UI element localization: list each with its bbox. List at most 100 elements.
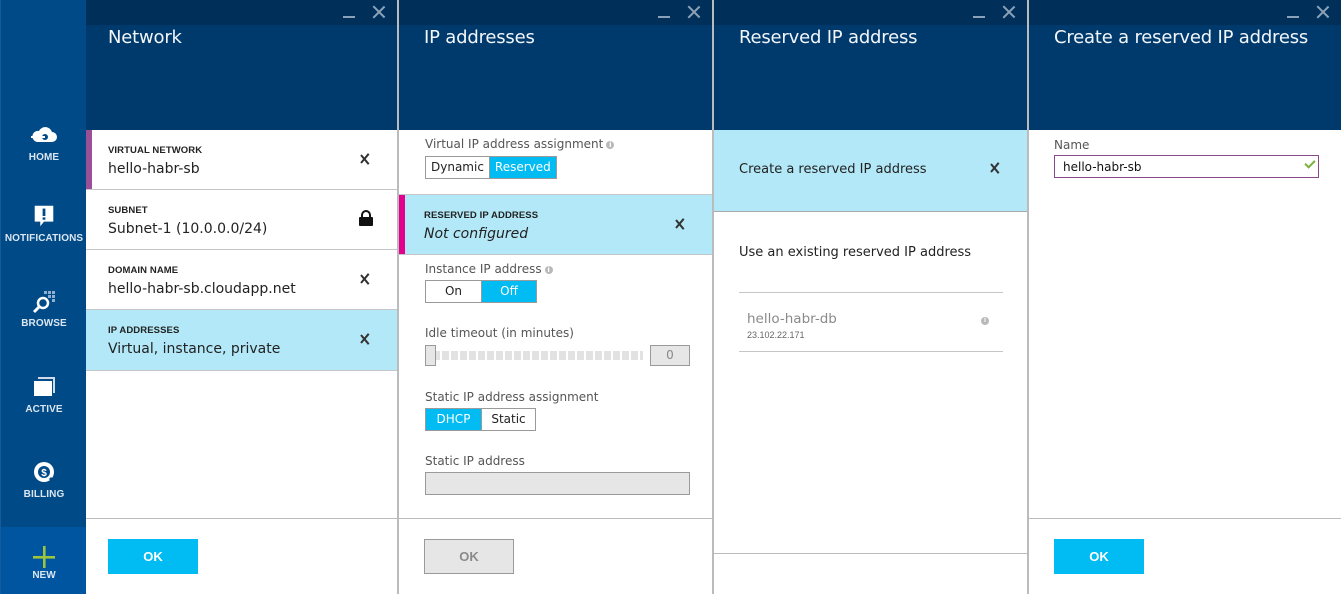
minimize-icon[interactable] bbox=[656, 4, 672, 20]
static-ip-label: Static IP address bbox=[425, 454, 525, 468]
toggle-option-static[interactable]: Static bbox=[481, 409, 535, 430]
instance-ip-label: Instance IP address i bbox=[425, 262, 553, 276]
chevron-right-icon bbox=[991, 158, 1001, 178]
ip-addresses-item[interactable]: IP ADDRESSES Virtual, instance, private bbox=[86, 310, 397, 371]
minimize-icon[interactable] bbox=[341, 4, 357, 20]
new-label: NEW bbox=[32, 570, 56, 581]
sidebar-item-notifications[interactable]: NOTIFICATIONS bbox=[1, 203, 87, 244]
toggle-option-dhcp[interactable]: DHCP bbox=[426, 409, 481, 430]
pane-title: Create a reserved IP address bbox=[1054, 27, 1309, 48]
instance-ip-toggle[interactable]: On Off bbox=[425, 280, 537, 303]
ok-button[interactable]: OK bbox=[108, 539, 198, 574]
idle-timeout-slider[interactable] bbox=[425, 345, 643, 366]
minimize-icon[interactable] bbox=[971, 4, 987, 20]
close-icon[interactable] bbox=[686, 4, 702, 20]
chevron-right-icon bbox=[361, 269, 371, 289]
static-assign-toggle[interactable]: DHCP Static bbox=[425, 408, 536, 431]
static-ip-input bbox=[425, 472, 690, 495]
toggle-option-on[interactable]: On bbox=[426, 281, 481, 302]
idle-timeout-label: Idle timeout (in minutes) bbox=[425, 326, 574, 340]
item-value: Virtual, instance, private bbox=[108, 341, 281, 357]
item-accent-bar bbox=[399, 195, 405, 254]
toggle-option-off[interactable]: Off bbox=[481, 281, 536, 302]
item-caption: VIRTUAL NETWORK bbox=[108, 145, 203, 156]
reserved-ip-list-item[interactable]: hello-habr-db 23.102.22.171 i bbox=[739, 292, 1003, 352]
close-icon[interactable] bbox=[1001, 4, 1017, 20]
pane-header: Create a reserved IP address bbox=[1029, 0, 1341, 130]
notification-bubble-icon bbox=[34, 205, 54, 227]
pane-header: IP addresses bbox=[399, 0, 712, 130]
toggle-option-reserved[interactable]: Reserved bbox=[488, 157, 556, 178]
create-reserved-ip-label: Create a reserved IP address bbox=[739, 162, 927, 177]
item-caption: IP ADDRESSES bbox=[108, 325, 180, 336]
sidebar-item-label: HOME bbox=[28, 152, 60, 163]
active-windows-icon bbox=[34, 377, 55, 396]
close-icon[interactable] bbox=[371, 4, 387, 20]
item-value: hello-habr-sb.cloudapp.net bbox=[108, 281, 296, 297]
static-assign-label: Static IP address assignment bbox=[425, 390, 599, 404]
chevron-right-icon bbox=[676, 214, 686, 234]
chevron-right-icon bbox=[361, 329, 371, 349]
sidebar-item-label: BROWSE bbox=[21, 318, 67, 329]
sidebar-item-active[interactable]: ACTIVE bbox=[1, 374, 87, 415]
minimize-icon[interactable] bbox=[1285, 4, 1301, 20]
idle-timeout-value: 0 bbox=[650, 345, 690, 366]
toggle-option-dynamic[interactable]: Dynamic bbox=[426, 157, 489, 178]
item-value: hello-habr-sb bbox=[108, 161, 200, 177]
close-icon[interactable] bbox=[1315, 4, 1331, 20]
existing-reserved-header: Use an existing reserved IP address bbox=[739, 245, 972, 260]
sidebar-item-billing[interactable]: $ BILLING bbox=[1, 459, 87, 500]
sidebar-item-browse[interactable]: BROWSE bbox=[1, 288, 87, 329]
sidebar-item-home[interactable]: HOME bbox=[1, 122, 87, 163]
browse-grid-search-icon bbox=[32, 291, 55, 314]
item-caption: RESERVED IP ADDRESS bbox=[424, 210, 539, 221]
item-value: Not configured bbox=[424, 226, 529, 242]
info-icon[interactable]: i bbox=[981, 317, 989, 325]
lock-icon bbox=[359, 210, 373, 226]
name-label: Name bbox=[1054, 138, 1090, 152]
label-text: Virtual IP address assignment bbox=[425, 137, 604, 151]
pane-footer: OK bbox=[86, 518, 397, 594]
pane-title: IP addresses bbox=[424, 27, 535, 48]
svg-text:$: $ bbox=[41, 468, 47, 479]
domain-name-item[interactable]: DOMAIN NAME hello-habr-sb.cloudapp.net bbox=[86, 250, 397, 310]
info-icon[interactable]: i bbox=[544, 266, 553, 274]
create-reserved-ip-pane: Create a reserved IP address Name OK bbox=[1029, 0, 1341, 594]
virtual-ip-label: Virtual IP address assignment i bbox=[425, 137, 615, 151]
sidebar-item-label: NOTIFICATIONS bbox=[4, 233, 84, 244]
create-reserved-ip-item[interactable]: Create a reserved IP address bbox=[714, 130, 1027, 212]
reserved-ip-pane: Reserved IP address Create a reserved IP… bbox=[714, 0, 1029, 594]
cloud-home-icon bbox=[31, 127, 57, 142]
reserved-ip-item[interactable]: RESERVED IP ADDRESS Not configured bbox=[399, 194, 712, 255]
ip-addresses-pane: IP addresses Virtual IP address assignme… bbox=[399, 0, 714, 594]
label-text: Instance IP address bbox=[425, 262, 542, 276]
subnet-item: SUBNET Subnet-1 (10.0.0.0/24) bbox=[86, 190, 397, 250]
sidebar-item-label: ACTIVE bbox=[25, 404, 63, 415]
item-accent-bar bbox=[86, 130, 92, 189]
pane-footer: OK bbox=[399, 518, 712, 594]
reserved-ip-address: 23.102.22.171 bbox=[747, 330, 805, 340]
reserved-ip-name: hello-habr-db bbox=[747, 311, 837, 327]
pane-title: Reserved IP address bbox=[739, 27, 918, 48]
pane-footer bbox=[714, 553, 1027, 594]
network-pane: Network VIRTUAL NETWORK hello-habr-sb SU… bbox=[86, 0, 399, 594]
plus-icon bbox=[33, 546, 55, 568]
info-icon[interactable]: i bbox=[606, 141, 615, 149]
sidebar-item-label: BILLING bbox=[23, 489, 65, 500]
billing-dollar-icon: $ bbox=[34, 462, 57, 485]
ok-button[interactable]: OK bbox=[1054, 539, 1144, 574]
pane-title: Network bbox=[108, 27, 182, 48]
pane-header: Reserved IP address bbox=[714, 0, 1027, 130]
item-value: Subnet-1 (10.0.0.0/24) bbox=[108, 221, 268, 237]
sidebar: HOME NOTIFICATIONS BROWSE ACTIVE $ BILLI… bbox=[0, 0, 87, 594]
name-input[interactable] bbox=[1054, 155, 1319, 178]
item-caption: SUBNET bbox=[108, 205, 148, 216]
chevron-right-icon bbox=[361, 149, 371, 169]
slider-track bbox=[433, 351, 643, 360]
virtual-network-item[interactable]: VIRTUAL NETWORK hello-habr-sb bbox=[86, 130, 397, 190]
new-button[interactable]: NEW bbox=[1, 527, 87, 594]
slider-thumb[interactable] bbox=[425, 345, 436, 366]
item-caption: DOMAIN NAME bbox=[108, 265, 179, 276]
ok-button: OK bbox=[424, 539, 514, 574]
virtual-ip-toggle[interactable]: Dynamic Reserved bbox=[425, 156, 557, 179]
